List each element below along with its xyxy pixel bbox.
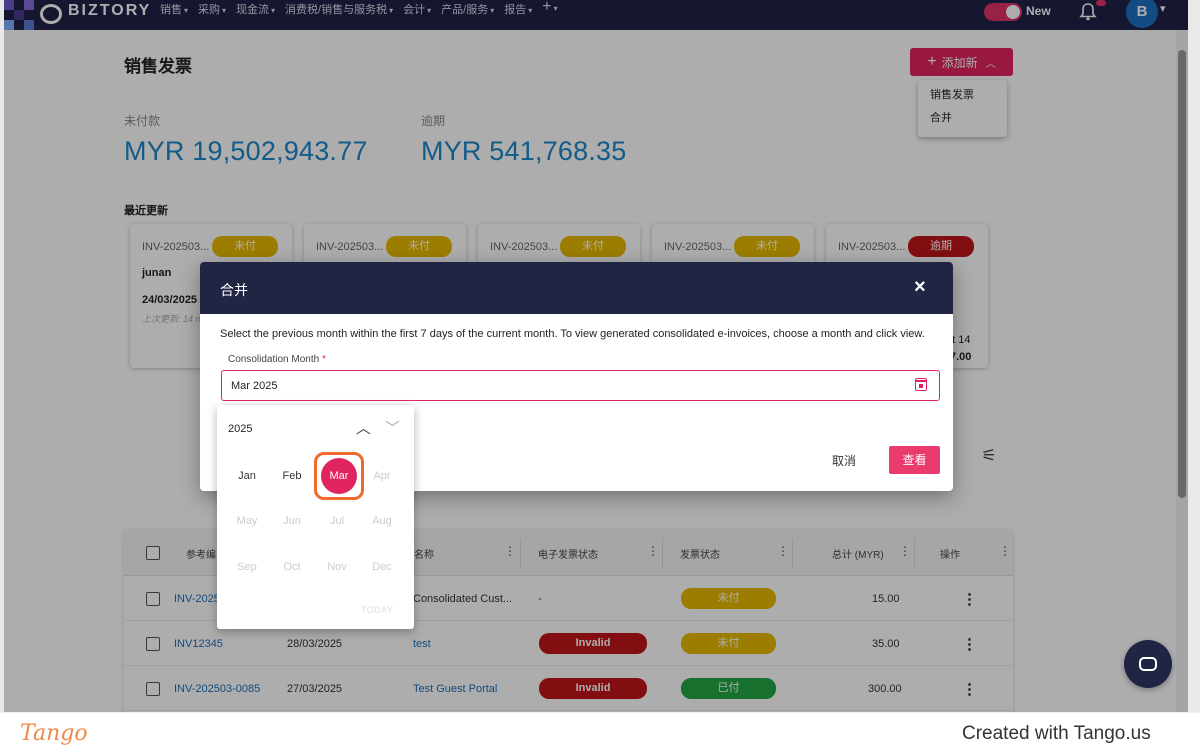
consolidation-month-label: Consolidation Month * [228, 354, 326, 365]
screenshot-frame: BIZTORY 销售 ▾ 采购 ▾ 现金流 ▾ 消费税/销售与服务税 ▾ 会计 ▾ 产品/… [0, 0, 1200, 712]
chat-bubble-shape [1139, 657, 1157, 671]
month-dec: Dec [372, 561, 392, 573]
required-mark: * [321, 354, 326, 365]
month-jul: Jul [329, 515, 345, 527]
tango-credit: Created with Tango.us [962, 723, 1151, 744]
dialog-title: 合并 [220, 282, 248, 298]
app-page: BIZTORY 销售 ▾ 采购 ▾ 现金流 ▾ 消费税/销售与服务税 ▾ 会计 ▾ 产品/… [4, 0, 1188, 712]
month-feb[interactable]: Feb [270, 466, 314, 486]
field-label-text: Consolidation Month [228, 354, 320, 365]
month-apr: Apr [373, 470, 391, 482]
month-picker: 2025 ︿ ﹀ Jan Feb Mar Apr May Jun Jul Aug… [217, 405, 414, 629]
month-may: May [236, 515, 258, 527]
chevron-up-icon[interactable]: ︿ [356, 417, 371, 438]
dialog-description: Select the previous month within the fir… [220, 328, 925, 340]
view-button[interactable]: 查看 [889, 446, 940, 474]
chevron-down-icon[interactable]: ﹀ [385, 417, 400, 438]
month-nov: Nov [327, 561, 347, 573]
tango-logo: Tango [20, 721, 88, 746]
picker-year[interactable]: 2025 [228, 423, 252, 435]
month-aug: Aug [372, 515, 392, 527]
month-jan[interactable]: Jan [225, 466, 269, 486]
month-sep: Sep [237, 561, 257, 573]
cancel-button[interactable]: 取消 [832, 452, 856, 469]
month-jun: Jun [283, 515, 301, 527]
chat-icon[interactable] [1124, 640, 1172, 688]
month-oct: Oct [283, 561, 301, 573]
month-mar-selected[interactable]: Mar [321, 458, 357, 494]
close-icon[interactable]: × [914, 276, 926, 299]
dialog-header: 合并 × [200, 262, 953, 314]
tango-footer: Tango Created with Tango.us [0, 712, 1200, 756]
calendar-icon[interactable] [914, 378, 927, 391]
consolidation-month-input[interactable] [221, 370, 940, 401]
today-button: TODAY [361, 605, 394, 615]
